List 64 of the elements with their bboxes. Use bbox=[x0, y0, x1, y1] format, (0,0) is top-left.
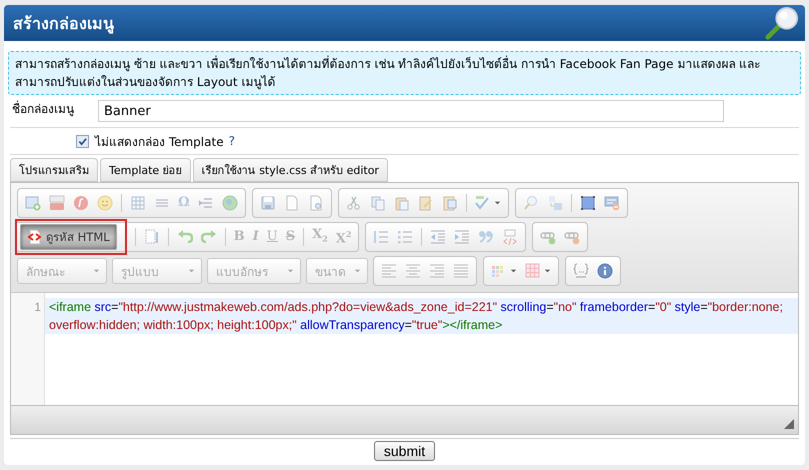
scissors-icon[interactable] bbox=[346, 195, 362, 211]
quote-icon[interactable] bbox=[478, 229, 494, 245]
tab[interactable]: Template ย่อย bbox=[100, 158, 191, 182]
tab[interactable]: เรียกใช้งาน style.css สำหรับ editor bbox=[192, 158, 388, 182]
dropdown[interactable]: รูปแบบ bbox=[112, 258, 202, 284]
align-left-icon[interactable] bbox=[381, 263, 397, 279]
align-center-icon[interactable] bbox=[405, 263, 421, 279]
underline-button[interactable]: U bbox=[266, 229, 278, 245]
info-message: สามารถสร้างกล่องเมนู ซ้าย และขวา เพื่อเรียกใช้งานได้ตามที่ต้องการ เช่น ทำลิงค์ไปยังเว็บไซต์อื่น การนำ Facebook Fan Page มาแสดงผล และสามารถปรับแต่งในส่วนของจัดการ Layout เมนูได้ bbox=[8, 51, 801, 95]
field-label: ชื่อกล่องเมนู bbox=[11, 100, 75, 118]
checkbox[interactable] bbox=[76, 134, 89, 148]
dropdown[interactable]: แบบอักษร bbox=[207, 258, 301, 284]
outdent-icon[interactable] bbox=[430, 229, 446, 245]
video-icon[interactable] bbox=[49, 195, 65, 211]
dropdown[interactable]: ลักษณะ bbox=[17, 258, 107, 284]
redo-icon[interactable] bbox=[200, 229, 217, 245]
help-link[interactable]: ? bbox=[228, 134, 235, 148]
align-right-icon[interactable] bbox=[429, 263, 445, 279]
bold-button[interactable]: B bbox=[234, 229, 245, 245]
table-icon[interactable] bbox=[130, 195, 146, 211]
copy-icon[interactable] bbox=[370, 195, 386, 211]
replace-icon[interactable] bbox=[546, 195, 563, 211]
code-editor[interactable] bbox=[11, 292, 798, 406]
bulleted-list-icon[interactable] bbox=[397, 229, 414, 245]
code-icon[interactable] bbox=[27, 229, 43, 245]
view-source-button[interactable]: ดูรหัส HTML bbox=[20, 224, 117, 250]
smiley-icon[interactable] bbox=[97, 195, 113, 211]
strikethrough-button[interactable]: S bbox=[286, 229, 296, 245]
paste-word-icon[interactable] bbox=[442, 195, 458, 211]
resize-handle-icon[interactable] bbox=[784, 419, 794, 429]
caret-icon[interactable] bbox=[544, 269, 551, 273]
superscript-button[interactable]: X$^{2}$ bbox=[336, 226, 352, 248]
dropdown[interactable]: ขนาด bbox=[306, 258, 368, 284]
justify-icon[interactable] bbox=[453, 263, 469, 279]
checkbox-label: ไม่แสดงกล่อง Template bbox=[95, 134, 224, 150]
page-title: สร้างกล่องเมนู bbox=[13, 12, 114, 36]
globe-icon[interactable] bbox=[222, 195, 238, 211]
caret-icon[interactable] bbox=[494, 201, 501, 205]
search-icon[interactable] bbox=[522, 195, 539, 211]
input-field[interactable]: Banner bbox=[98, 100, 724, 122]
tab[interactable]: โปรแกรมเสริม bbox=[10, 158, 98, 182]
info-icon[interactable] bbox=[597, 263, 613, 279]
document-icon[interactable] bbox=[284, 195, 300, 211]
paste-text-icon[interactable] bbox=[418, 195, 434, 211]
italic-button[interactable]: I bbox=[252, 229, 259, 245]
braces-icon[interactable] bbox=[573, 263, 589, 279]
numbered-list-icon[interactable] bbox=[373, 229, 390, 245]
html-remove-icon[interactable] bbox=[604, 195, 620, 211]
disc-icon[interactable] bbox=[73, 195, 89, 211]
line-number: 1 bbox=[34, 299, 41, 316]
caret-icon[interactable] bbox=[510, 269, 517, 273]
preview-icon[interactable] bbox=[308, 195, 324, 211]
image-icon[interactable] bbox=[25, 195, 41, 211]
maximize-icon[interactable] bbox=[580, 195, 596, 211]
symbol-button[interactable]: Ω bbox=[178, 195, 190, 211]
paste-icon[interactable] bbox=[394, 195, 410, 211]
floppy-icon[interactable] bbox=[260, 195, 276, 211]
indent-icon[interactable] bbox=[454, 229, 470, 245]
div-tag-icon[interactable] bbox=[502, 229, 518, 245]
spellcheck-icon[interactable] bbox=[474, 195, 491, 211]
show-blocks-icon[interactable] bbox=[144, 229, 160, 245]
submit-button[interactable]: submit bbox=[374, 441, 436, 461]
subscript-button[interactable]: X$_{2}$ bbox=[312, 227, 328, 247]
undo-icon[interactable] bbox=[176, 229, 193, 245]
